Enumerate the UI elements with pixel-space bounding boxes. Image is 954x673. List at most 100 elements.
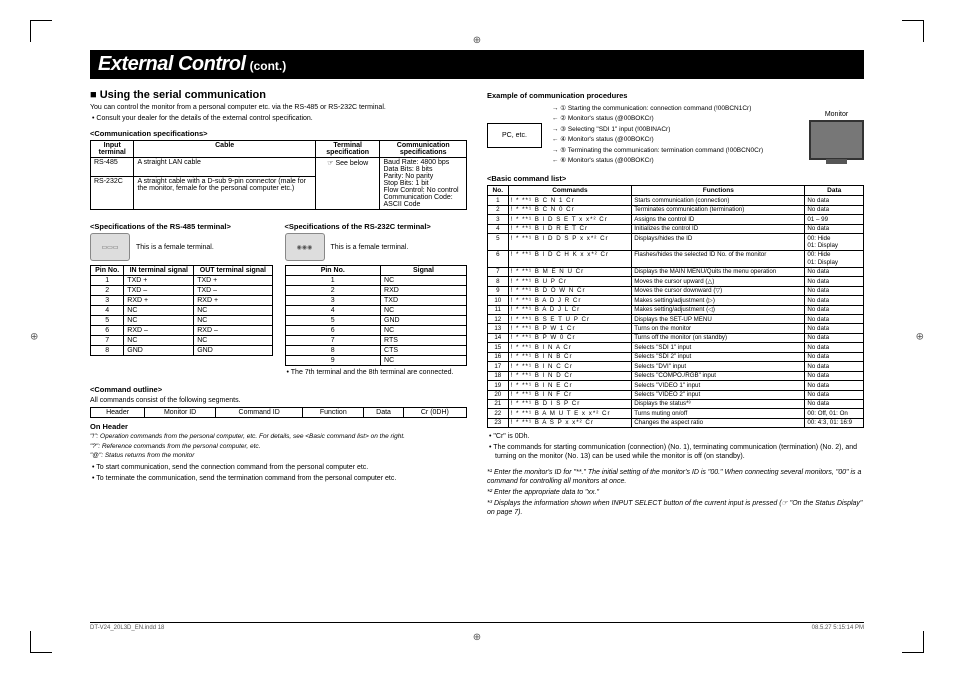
bullet-item: To terminate the communication, send the… <box>98 474 467 483</box>
page-footer: DT-V24_20L3D_EN.indd 18 08.5.27 5:15:14 … <box>90 622 864 631</box>
right-column: Example of communication procedures PC, … <box>487 85 864 519</box>
table-row: 2! * **¹ B C N 0 CrTerminates communicat… <box>488 205 864 214</box>
intro-text: You can control the monitor from a perso… <box>90 103 467 112</box>
after-note: "Cr" is 0Dh. <box>495 432 864 441</box>
left-column: Using the serial communication You can c… <box>90 85 467 519</box>
register-mark: ⊕ <box>916 331 924 342</box>
table-row: 19! * **¹ B I N E CrSelects "VIDEO 1" in… <box>488 381 864 390</box>
table-row: 7RTS <box>285 336 467 346</box>
table-row: 4NC <box>285 306 467 316</box>
rs232-table: Pin No.Signal 1NC2RXD3TXD4NC5GND6NC7RTS8… <box>285 265 468 366</box>
table-row: 9! * **¹ B D O W N CrMoves the cursor do… <box>488 286 864 295</box>
table-row: 3TXD <box>285 296 467 306</box>
table-row: 6! * **¹ B I D C H K x x*² CrFlashes/hid… <box>488 250 864 267</box>
table-row: 20! * **¹ B I N F CrSelects "VIDEO 2" in… <box>488 390 864 399</box>
table-row: 6RXD –RXD – <box>91 326 273 336</box>
comm-spec-head: <Communication specifications> <box>90 129 467 138</box>
footnote: *¹ Enter the monitor's ID for "**." The … <box>487 468 864 486</box>
female-terminal-label: This is a female terminal. <box>331 244 409 251</box>
table-row: 3! * **¹ B I D S E T x x*² CrAssigns the… <box>488 215 864 224</box>
table-row: 3RXD +RXD + <box>91 296 273 306</box>
cmd-outline-head: <Command outline> <box>90 385 467 394</box>
cmd-outline-desc: All commands consist of the following se… <box>90 396 467 405</box>
footer-left: DT-V24_20L3D_EN.indd 18 <box>90 625 164 631</box>
footnote: *² Enter the appropriate data to "xx." <box>487 488 864 497</box>
rs232-column: <Specifications of the RS-232C terminal>… <box>285 216 468 379</box>
table-row: 10! * **¹ B A D J R CrMakes setting/adju… <box>488 296 864 305</box>
example-head: Example of communication procedures <box>487 91 864 100</box>
table-row: 6NC <box>285 326 467 336</box>
diagram-pc-box: PC, etc. <box>487 123 542 148</box>
female-terminal-label: This is a female terminal. <box>136 244 214 251</box>
crop-mark <box>30 20 52 42</box>
rs485-head: <Specifications of the RS-485 terminal> <box>90 222 273 231</box>
table-row: 1! * **¹ B C N 1 CrStarts communication … <box>488 196 864 205</box>
table-header: Terminal specification <box>315 141 380 158</box>
table-row: 8GNDGND <box>91 346 273 356</box>
table-row: 23! * **¹ B A S P x x*² CrChanges the as… <box>488 418 864 427</box>
basic-cmd-table: No.CommandsFunctionsData 1! * **¹ B C N … <box>487 185 864 428</box>
table-row: 8CTS <box>285 346 467 356</box>
table-row: 18! * **¹ B I N D CrSelects "COMPO./RGB"… <box>488 371 864 380</box>
crop-mark <box>902 631 924 653</box>
dsub9-icon: ◉◉◉ <box>285 233 325 261</box>
table-row: 13! * **¹ B P W 1 CrTurns on the monitor… <box>488 324 864 333</box>
diagram-line: → ③ Selecting "SDI 1" input (!00BINACr) <box>552 125 799 135</box>
table-row: 21! * **¹ B D I S P CrDisplays the statu… <box>488 399 864 408</box>
table-row: 12! * **¹ B S E T U P CrDisplays the SET… <box>488 315 864 324</box>
footnotes: *¹ Enter the monitor's ID for "**." The … <box>487 468 864 517</box>
page-title: External Control <box>98 53 246 76</box>
header-note: "!": Operation commands from the persona… <box>90 433 467 441</box>
cmd-outline-table: HeaderMonitor IDCommand IDFunctionDataCr… <box>90 407 467 418</box>
table-row: 1TXD +TXD + <box>91 276 273 286</box>
table-row: 5NCNC <box>91 316 273 326</box>
table-row: 4! * **¹ B I D R E T CrInitializes the c… <box>488 224 864 233</box>
table-row: 5GND <box>285 316 467 326</box>
header-note: "@": Status returns from the monitor <box>90 452 467 460</box>
diagram-line: → ⑤ Terminating the communication: termi… <box>552 146 799 156</box>
table-row: 9NC <box>285 356 467 366</box>
table-row: 2RXD <box>285 286 467 296</box>
table-row: 8! * **¹ B U P CrMoves the cursor upward… <box>488 277 864 286</box>
table-row: 15! * **¹ B I N A CrSelects "SDI 1" inpu… <box>488 343 864 352</box>
diagram-monitor-label: Monitor <box>809 111 864 118</box>
rs485-column: <Specifications of the RS-485 terminal> … <box>90 216 273 379</box>
comm-spec-table: Input terminalCableTerminal specificatio… <box>90 140 467 210</box>
diagram-line: ← ⑥ Monitor's status (@00BOKCr) <box>552 156 799 166</box>
table-row: 7NCNC <box>91 336 273 346</box>
page-title-sub: (cont.) <box>250 59 287 73</box>
page-number: 18 <box>835 50 864 81</box>
table-row: 11! * **¹ B A D J L CrMakes setting/adju… <box>488 305 864 314</box>
register-mark: ⊕ <box>473 632 481 643</box>
register-mark: ⊕ <box>473 35 481 46</box>
diagram-line: → ① Starting the communication: connecti… <box>552 104 799 114</box>
table-row: 17! * **¹ B I N C CrSelects "DVI" inputN… <box>488 362 864 371</box>
basic-cmd-head: <Basic command list> <box>487 174 864 183</box>
footnote: *³ Displays the information shown when I… <box>487 499 864 517</box>
table-row: 1NC <box>285 276 467 286</box>
after-note: The commands for starting communication … <box>495 443 864 461</box>
comm-diagram: PC, etc. → ① Starting the communication:… <box>487 104 864 166</box>
bullet-item: To start communication, send the connect… <box>98 463 467 472</box>
table-row: 16! * **¹ B I N B CrSelects "SDI 2" inpu… <box>488 352 864 361</box>
footer-right: 08.5.27 5:15:14 PM <box>812 625 864 631</box>
header-note: "?": Reference commands from the persona… <box>90 443 467 451</box>
intro-bullet: Consult your dealer for the details of t… <box>98 114 467 123</box>
table-header: Input terminal <box>91 141 134 158</box>
register-mark: ⊕ <box>30 331 38 342</box>
rs232-note: The 7th terminal and the 8th terminal ar… <box>293 368 468 377</box>
on-header-head: On Header <box>90 422 467 431</box>
table-row: 5! * **¹ B I D D S P x x*² CrDisplays/hi… <box>488 234 864 251</box>
table-row: 2TXD –TXD – <box>91 286 273 296</box>
rj45-icon: ▭▭▭ <box>90 233 130 261</box>
rs232-head: <Specifications of the RS-232C terminal> <box>285 222 468 231</box>
table-row: 14! * **¹ B P W 0 CrTurns off the monito… <box>488 333 864 342</box>
table-header: Cable <box>134 141 315 158</box>
diagram-line: ← ② Monitor's status (@00BOKCr) <box>552 114 799 124</box>
crop-mark <box>902 20 924 42</box>
table-row: 7! * **¹ B M E N U CrDisplays the MAIN M… <box>488 267 864 276</box>
section-heading: Using the serial communication <box>90 89 467 101</box>
title-bar: External Control (cont.) <box>90 50 864 79</box>
table-row: 4NCNC <box>91 306 273 316</box>
diagram-line: ← ④ Monitor's status (@00BOKCr) <box>552 135 799 145</box>
